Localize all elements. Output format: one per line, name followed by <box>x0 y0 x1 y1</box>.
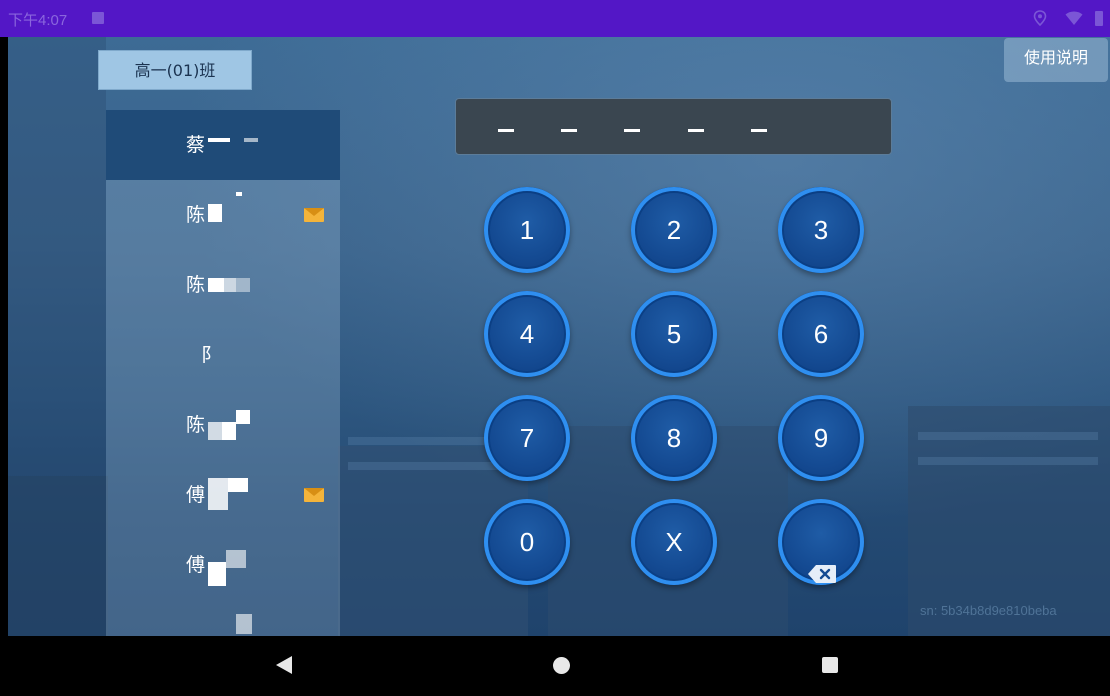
student-list-item[interactable]: 陈 <box>106 250 340 320</box>
wifi-icon <box>1065 10 1083 26</box>
student-list-item[interactable]: 高 <box>106 600 340 636</box>
key-7-button[interactable]: 7 <box>484 395 570 481</box>
background-detail <box>918 432 1098 440</box>
key-0-button[interactable]: 0 <box>484 499 570 585</box>
student-list-item[interactable]: 傅 <box>106 530 340 600</box>
status-bar: 下午4:07 <box>0 0 1110 37</box>
key-9-button[interactable]: 9 <box>778 395 864 481</box>
serial-number-label: sn: 5b34b8d9e810beba <box>920 603 1057 618</box>
pin-slot <box>751 129 767 132</box>
student-list-item[interactable]: 蔡 <box>106 110 340 180</box>
student-name: 阝 <box>201 344 221 366</box>
key-1-button[interactable]: 1 <box>484 187 570 273</box>
student-list-item[interactable]: 阝 <box>106 320 340 390</box>
mail-icon <box>304 208 324 222</box>
student-name: 傅 <box>186 484 206 506</box>
key-3-button[interactable]: 3 <box>778 187 864 273</box>
key-x-button[interactable]: X <box>631 499 717 585</box>
background-detail <box>918 457 1098 465</box>
image-icon <box>92 12 104 24</box>
attendance-screen: 高一(01)班 蔡 陈 陈 阝 陈 傅 傅 使用说明 1 2 3 4 5 6 7… <box>8 37 1110 636</box>
battery-icon <box>1095 11 1103 26</box>
key-4-button[interactable]: 4 <box>484 291 570 377</box>
mail-icon <box>304 488 324 502</box>
student-name: 高 <box>186 612 205 636</box>
student-name: 陈 <box>186 274 206 296</box>
student-list-item[interactable]: 傅 <box>106 460 340 530</box>
left-strip <box>8 37 106 636</box>
pin-slot <box>561 129 577 132</box>
pin-slot <box>688 129 704 132</box>
student-name: 蔡 <box>186 134 206 156</box>
back-icon[interactable] <box>276 656 292 674</box>
student-list[interactable]: 蔡 陈 陈 阝 陈 傅 傅 <box>106 110 340 636</box>
location-icon <box>1032 10 1048 27</box>
pin-display <box>455 98 892 155</box>
student-name: 陈 <box>186 204 206 226</box>
backspace-icon <box>807 532 837 583</box>
help-button[interactable]: 使用说明 <box>1004 38 1108 82</box>
key-8-button[interactable]: 8 <box>631 395 717 481</box>
navigation-bar <box>0 636 1110 696</box>
status-time: 下午4:07 <box>8 12 68 29</box>
class-selector-button[interactable]: 高一(01)班 <box>98 50 252 90</box>
home-icon[interactable] <box>553 657 570 674</box>
student-list-item[interactable]: 陈 <box>106 390 340 460</box>
pin-slot <box>624 129 640 132</box>
pin-slot <box>498 129 514 132</box>
key-2-button[interactable]: 2 <box>631 187 717 273</box>
recent-apps-icon[interactable] <box>822 657 838 673</box>
student-name: 陈 <box>186 414 206 436</box>
backspace-button[interactable] <box>778 499 864 585</box>
student-list-item[interactable]: 陈 <box>106 180 340 250</box>
key-5-button[interactable]: 5 <box>631 291 717 377</box>
background-building <box>908 406 1110 636</box>
key-6-button[interactable]: 6 <box>778 291 864 377</box>
student-name: 傅 <box>186 554 206 576</box>
